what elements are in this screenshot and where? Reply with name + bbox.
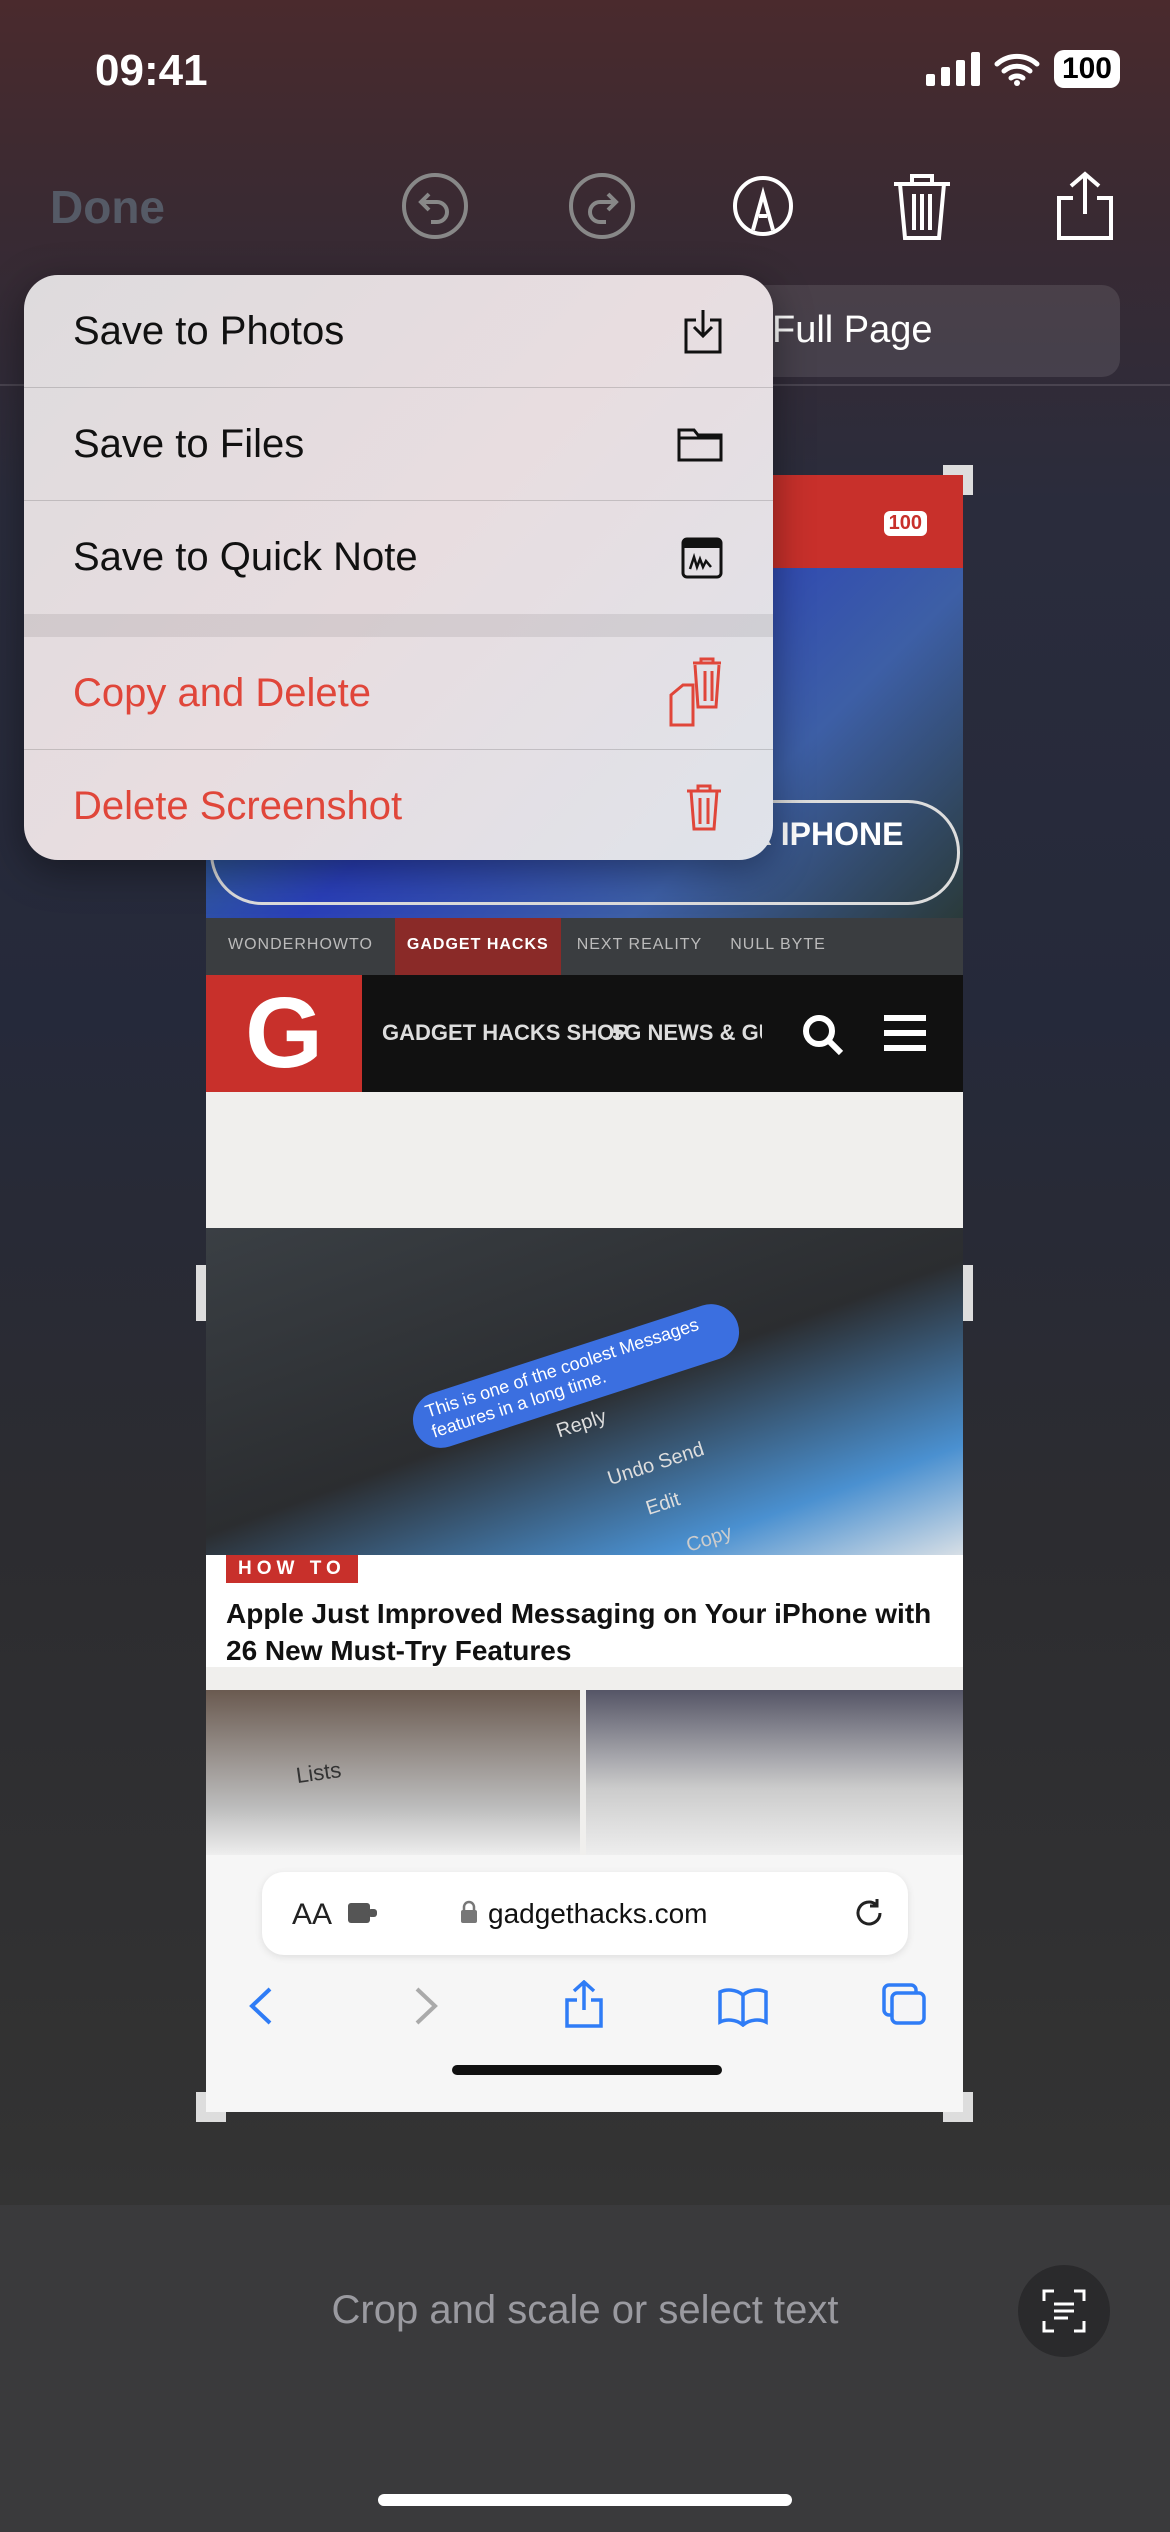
network-nav-item: NULL BYTE xyxy=(730,936,826,953)
undo-icon[interactable] xyxy=(399,170,471,242)
bottom-panel xyxy=(0,2205,1170,2532)
safari-share-icon[interactable] xyxy=(564,1980,604,2028)
site-header: G GADGET HACKS SHOP 5G NEWS & GUIDE xyxy=(206,975,963,1092)
done-button[interactable]: Done xyxy=(50,180,165,234)
lock-icon xyxy=(461,1900,477,1923)
reader-button[interactable]: AA xyxy=(292,1898,332,1932)
crop-hint: Crop and scale or select text xyxy=(331,2288,839,2332)
menu-item-delete-screenshot[interactable]: Delete Screenshot xyxy=(24,750,773,860)
redo-icon[interactable] xyxy=(566,170,638,242)
battery-indicator: 100 xyxy=(1053,50,1120,88)
signal-icon xyxy=(925,52,980,86)
header-link: GADGET HACKS SHOP xyxy=(382,1020,629,1045)
wifi-icon xyxy=(994,53,1040,86)
preview-home-indicator xyxy=(452,2065,722,2075)
trash-icon xyxy=(687,784,721,830)
message-menu-item: Reply xyxy=(553,1405,610,1443)
url-text[interactable]: gadgethacks.com xyxy=(488,1898,707,1930)
menu-separator xyxy=(24,614,773,637)
message-menu-item: Undo Send xyxy=(604,1438,707,1490)
network-nav-item: GADGET HACKS xyxy=(394,918,561,975)
how-to-badge: HOW TO xyxy=(226,1555,358,1583)
network-nav-item: NEXT REALITY xyxy=(576,936,703,953)
message-menu-item: Edit xyxy=(643,1488,683,1520)
copy-trash-icon xyxy=(669,657,721,727)
forward-icon[interactable] xyxy=(411,1985,441,2027)
reload-icon[interactable] xyxy=(852,1896,886,1930)
folder-icon xyxy=(677,428,723,462)
article-thumbnail[interactable]: Lists xyxy=(206,1690,580,1855)
status-time: 09:41 xyxy=(95,46,208,95)
safari-bar: AA gadgethacks.com xyxy=(206,1855,963,2112)
live-text-icon xyxy=(1042,2289,1086,2333)
thumbnail-text: Lists xyxy=(294,1756,343,1789)
menu-item-save-to-files[interactable]: Save to Files xyxy=(24,388,773,501)
menu-icon xyxy=(884,1015,926,1051)
home-indicator xyxy=(378,2494,792,2506)
back-icon[interactable] xyxy=(246,1985,276,2027)
menu-item-copy-and-delete[interactable]: Copy and Delete xyxy=(24,637,773,750)
live-text-button[interactable] xyxy=(1018,2265,1110,2357)
menu-item-save-to-quick-note[interactable]: Save to Quick Note xyxy=(24,501,773,614)
header-link: 5G NEWS & GUIDE xyxy=(612,1020,762,1045)
network-nav: WONDERHOWTO GADGET HACKS NEXT REALITY NU… xyxy=(206,918,963,975)
article-title[interactable]: Apple Just Improved Messaging on Your iP… xyxy=(226,1595,956,1669)
message-menu-item: Copy xyxy=(683,1521,735,1557)
search-icon xyxy=(803,1015,844,1056)
menu-item-label: Delete Screenshot xyxy=(73,784,403,828)
status-icons: 100 xyxy=(925,50,1120,88)
menu-item-label: Save to Photos xyxy=(73,308,345,353)
hero-image: This is one of the coolest Messages feat… xyxy=(206,1228,963,1568)
share-icon[interactable] xyxy=(1049,170,1121,242)
bookmarks-icon[interactable] xyxy=(718,1987,768,2027)
network-nav-item: WONDERHOWTO xyxy=(228,936,373,953)
markup-icon[interactable] xyxy=(727,170,799,242)
save-menu: Save to Photos Save to Files Save to Qui… xyxy=(24,275,773,860)
menu-item-label: Save to Quick Note xyxy=(73,535,418,579)
save-to-photos-icon xyxy=(684,310,722,354)
quick-note-icon xyxy=(681,537,723,578)
article-thumbnail[interactable] xyxy=(586,1690,963,1855)
address-bar[interactable]: AA gadgethacks.com xyxy=(262,1872,908,1955)
tabs-icon[interactable] xyxy=(882,1983,928,2027)
menu-item-save-to-photos[interactable]: Save to Photos xyxy=(24,275,773,388)
trash-icon[interactable] xyxy=(886,170,958,242)
site-logo: G xyxy=(206,975,362,1092)
extension-icon[interactable] xyxy=(348,1900,378,1926)
preview-battery: 100 xyxy=(883,511,927,536)
menu-item-label: Copy and Delete xyxy=(73,670,371,715)
menu-item-label: Save to Files xyxy=(73,421,305,466)
